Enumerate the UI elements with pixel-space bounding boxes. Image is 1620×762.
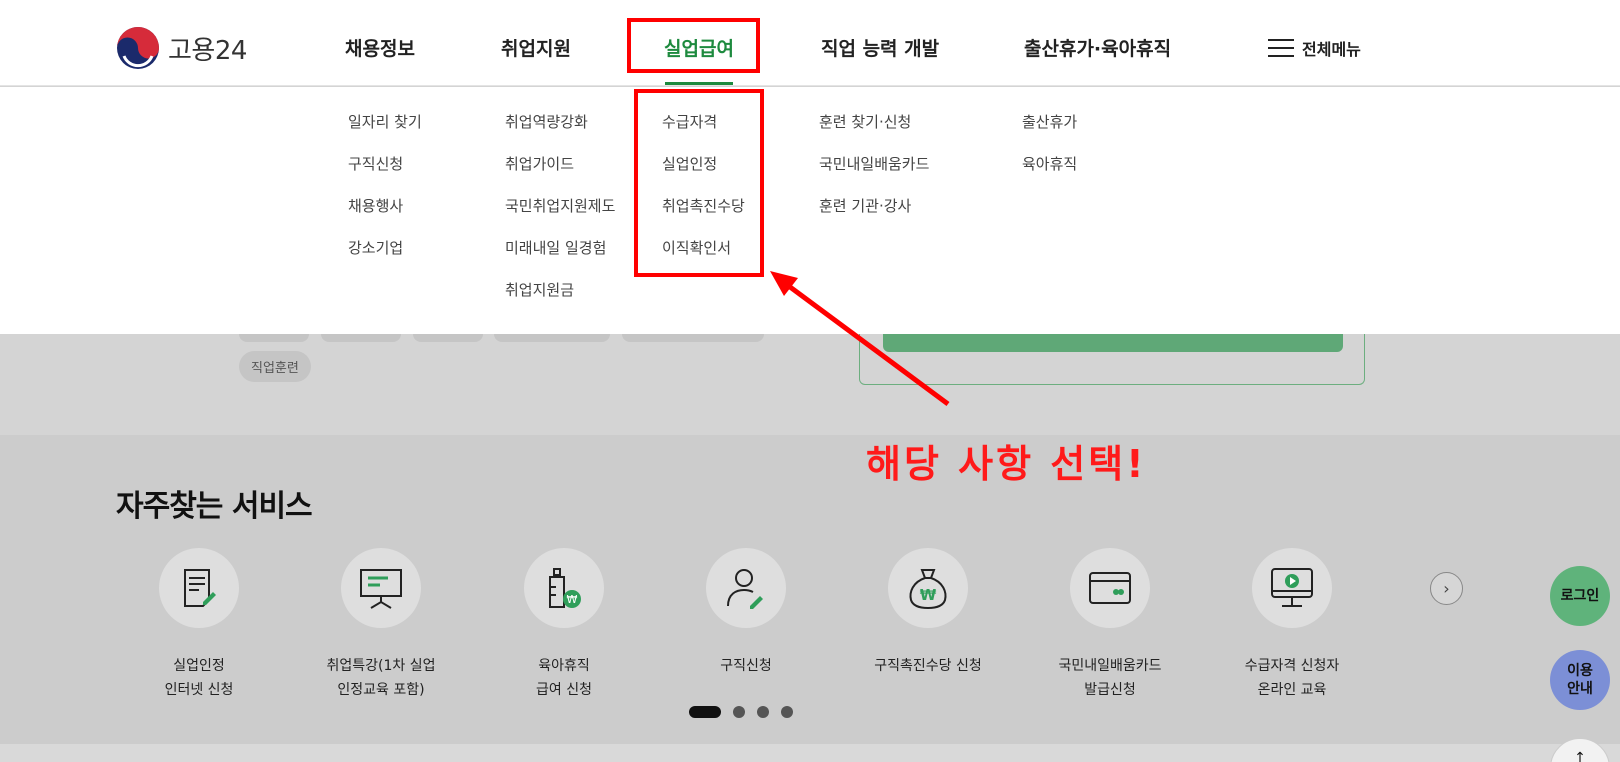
service-item[interactable]: 국민내일배움카드 발급신청 <box>1030 548 1190 702</box>
money-bag-won-icon: ₩ <box>909 569 947 610</box>
service-item[interactable]: 실업인정 인터넷 신청 <box>119 548 279 702</box>
menu-link-subsidy[interactable]: 취업지원금 <box>505 279 615 321</box>
mega-menu-dropdown: 일자리 찾기 구직신청 채용행사 강소기업 취업역량강화 취업가이드 국민취업지… <box>0 87 1620 334</box>
menu-link-competency[interactable]: 취업역량강화 <box>505 111 615 153</box>
chip-partial[interactable] <box>622 334 764 342</box>
carousel-dot[interactable] <box>689 706 721 718</box>
chevron-right-icon: › <box>1443 579 1450 598</box>
carousel-pagination <box>689 706 793 718</box>
menu-link-training-institution[interactable]: 훈련 기관·강사 <box>819 195 929 237</box>
menu-link-national-support[interactable]: 국민취업지원제도 <box>505 195 615 237</box>
document-edit-icon <box>184 569 216 607</box>
frequent-services-section: 자주찾는 서비스 실업인정 인터넷 신청 취업특강(1차 실업 인정교육 포함) <box>0 435 1620 744</box>
search-area: 직업훈련 <box>0 334 1620 434</box>
service-icon-circle <box>1252 548 1332 628</box>
nav-employment-support[interactable]: 취업지원 <box>501 34 571 61</box>
menu-link-maternity-leave[interactable]: 출산휴가 <box>1022 111 1077 153</box>
dropdown-col-leave: 출산휴가 육아휴직 <box>1022 111 1077 195</box>
all-menu-button[interactable]: 전체메뉴 <box>1268 36 1361 60</box>
chip-partial[interactable] <box>321 334 401 342</box>
site-header: 고용24 채용정보 취업지원 실업급여 직업 능력 개발 출산휴가·육아휴직 전… <box>0 0 1620 86</box>
service-icon-circle <box>159 548 239 628</box>
service-item[interactable]: ₩ 구직촉진수당 신청 <box>848 548 1008 678</box>
menu-link-guide[interactable]: 취업가이드 <box>505 153 615 195</box>
taegeuk-logo-icon <box>117 27 159 69</box>
service-item[interactable]: 수급자격 신청자 온라인 교육 <box>1212 548 1372 702</box>
nav-recruit-info[interactable]: 채용정보 <box>345 34 415 61</box>
nav-vocational-training[interactable]: 직업 능력 개발 <box>821 34 939 61</box>
login-panel <box>859 334 1365 385</box>
dropdown-col-recruit: 일자리 찾기 구직신청 채용행사 강소기업 <box>348 111 422 279</box>
annotation-highlight-nav <box>627 18 760 73</box>
service-label: 국민내일배움카드 발급신청 <box>1058 658 1162 698</box>
service-label: 구직촉진수당 신청 <box>874 658 982 674</box>
site-logo[interactable]: 고용24 <box>116 26 247 70</box>
menu-link-parental-leave[interactable]: 육아휴직 <box>1022 153 1077 195</box>
menu-link-learning-card[interactable]: 국민내일배움카드 <box>819 153 929 195</box>
presentation-board-icon <box>360 569 402 609</box>
annotation-highlight-submenu <box>634 89 764 277</box>
monitor-play-icon <box>1271 568 1313 607</box>
service-item[interactable]: 취업특강(1차 실업 인정교육 포함) <box>301 548 461 702</box>
login-panel-button[interactable] <box>883 334 1343 352</box>
chip-partial[interactable] <box>413 334 483 342</box>
service-icon-circle <box>341 548 421 628</box>
carousel-dot[interactable] <box>733 706 745 718</box>
menu-link-training-search[interactable]: 훈련 찾기·신청 <box>819 111 929 153</box>
service-label: 수급자격 신청자 온라인 교육 <box>1244 658 1340 698</box>
dropdown-col-employment: 취업역량강화 취업가이드 국민취업지원제도 미래내일 일경험 취업지원금 <box>505 111 615 321</box>
service-icon-circle: ₩ <box>888 548 968 628</box>
service-item[interactable]: ₩ 육아휴직 급여 신청 <box>484 548 644 702</box>
service-label: 실업인정 인터넷 신청 <box>164 658 234 698</box>
carousel-next-button[interactable]: › <box>1430 572 1463 605</box>
svg-text:₩: ₩ <box>567 593 578 606</box>
menu-link-work-experience[interactable]: 미래내일 일경험 <box>505 237 615 279</box>
service-item[interactable]: 구직신청 <box>666 548 826 678</box>
dropdown-col-training: 훈련 찾기·신청 국민내일배움카드 훈련 기관·강사 <box>819 111 929 237</box>
baby-bottle-won-icon: ₩ <box>549 568 581 608</box>
service-label: 구직신청 <box>720 658 772 674</box>
menu-link-strong-sme[interactable]: 강소기업 <box>348 237 422 279</box>
floating-guide-button[interactable]: 이용 안내 <box>1550 650 1610 710</box>
service-icon-circle <box>1070 548 1150 628</box>
service-icon-circle: ₩ <box>524 548 604 628</box>
next-section-edge <box>0 744 1620 762</box>
section-title: 자주찾는 서비스 <box>116 489 313 524</box>
logo-text: 고용24 <box>168 35 247 66</box>
carousel-dot[interactable] <box>781 706 793 718</box>
person-edit-icon <box>727 569 763 609</box>
keyword-chip[interactable]: 직업훈련 <box>239 351 311 382</box>
menu-link-job-application[interactable]: 구직신청 <box>348 153 422 195</box>
all-menu-label: 전체메뉴 <box>1302 40 1361 59</box>
nav-maternity-parental-leave[interactable]: 출산휴가·육아휴직 <box>1024 34 1171 61</box>
menu-link-job-fair[interactable]: 채용행사 <box>348 195 422 237</box>
service-label: 취업특강(1차 실업 인정교육 포함) <box>326 658 436 698</box>
floating-login-button[interactable]: 로그인 <box>1550 566 1610 626</box>
menu-link-job-search[interactable]: 일자리 찾기 <box>348 111 422 153</box>
card-icon <box>1089 572 1131 604</box>
carousel-dot[interactable] <box>757 706 769 718</box>
hamburger-icon <box>1268 38 1294 58</box>
chip-partial[interactable] <box>494 334 610 342</box>
active-nav-underline <box>665 82 733 85</box>
chip-partial[interactable] <box>239 334 309 342</box>
service-icon-circle <box>706 548 786 628</box>
svg-text:₩: ₩ <box>920 586 937 604</box>
annotation-text: 해당 사항 선택! <box>866 442 1147 486</box>
service-label: 육아휴직 급여 신청 <box>536 658 592 698</box>
